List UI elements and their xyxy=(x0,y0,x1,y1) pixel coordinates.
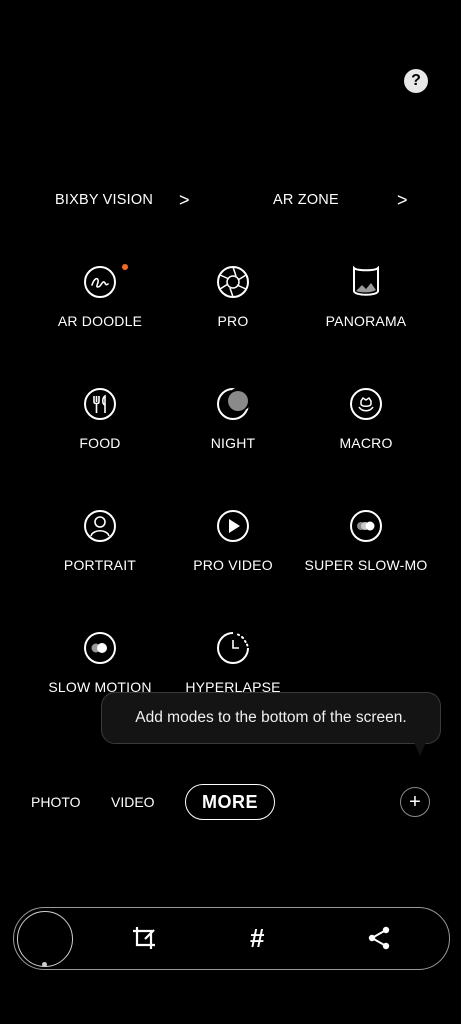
tab-more[interactable]: MORE xyxy=(185,784,275,820)
add-mode-plus-icon[interactable]: + xyxy=(400,787,430,817)
share-icon xyxy=(368,926,390,950)
tooltip-tail xyxy=(414,742,426,756)
help-icon[interactable]: ? xyxy=(404,69,428,93)
thumbnail-indicator xyxy=(42,962,47,967)
mode-food[interactable]: FOOD xyxy=(30,387,170,451)
mode-label: PORTRAIT xyxy=(63,557,137,573)
tab-video[interactable]: VIDEO xyxy=(111,794,155,810)
panorama-icon xyxy=(352,265,379,296)
super-slow-mo-icon xyxy=(350,510,382,542)
crop-icon xyxy=(133,927,155,949)
mode-pro-video[interactable]: PRO VIDEO xyxy=(163,509,303,573)
hyperlapse-icon xyxy=(217,632,249,664)
mode-portrait[interactable]: PORTRAIT xyxy=(30,509,170,573)
mode-ar-doodle[interactable]: AR DOODLE xyxy=(30,265,170,329)
chevron-right-icon[interactable]: > xyxy=(179,186,190,214)
tooltip: Add modes to the bottom of the screen. xyxy=(101,692,441,744)
mode-label: PANORAMA xyxy=(325,313,407,329)
portrait-icon xyxy=(84,510,116,542)
share-button[interactable] xyxy=(366,925,392,956)
hashtag-icon[interactable]: # xyxy=(250,924,264,952)
aperture-icon xyxy=(217,266,249,298)
slow-motion-icon xyxy=(84,632,116,664)
mode-night[interactable]: NIGHT xyxy=(163,387,303,451)
moon-icon xyxy=(217,387,250,420)
flower-icon xyxy=(350,388,382,420)
mode-label: PRO xyxy=(217,313,249,329)
bixby-vision-label: BIXBY VISION xyxy=(55,192,154,208)
crop-button[interactable] xyxy=(131,925,157,956)
play-icon xyxy=(217,510,249,542)
mode-label: AR DOODLE xyxy=(57,313,143,329)
mode-pro[interactable]: PRO xyxy=(163,265,303,329)
tooltip-text: Add modes to the bottom of the screen. xyxy=(135,709,407,726)
bixby-vision-link[interactable]: BIXBY VISION xyxy=(55,186,153,214)
mode-hyperlapse[interactable]: HYPERLAPSE xyxy=(163,631,303,695)
tab-photo[interactable]: PHOTO xyxy=(31,794,81,810)
mode-label: SUPER SLOW-MO xyxy=(304,557,428,573)
ar-doodle-icon xyxy=(84,266,116,298)
mode-macro[interactable]: MACRO xyxy=(296,387,436,451)
food-icon xyxy=(84,388,116,420)
mode-panorama[interactable]: PANORAMA xyxy=(296,265,436,329)
ar-zone-label: AR ZONE xyxy=(273,192,339,208)
mode-super-slow-mo[interactable]: SUPER SLOW-MO xyxy=(296,509,436,573)
mode-label: NIGHT xyxy=(210,435,256,451)
chevron-right-icon[interactable]: > xyxy=(397,186,408,214)
gallery-thumbnail[interactable] xyxy=(17,911,73,967)
ar-zone-link[interactable]: AR ZONE xyxy=(273,186,339,214)
mode-slow-motion[interactable]: SLOW MOTION xyxy=(30,631,170,695)
mode-label: FOOD xyxy=(79,435,121,451)
mode-label: MACRO xyxy=(339,435,393,451)
mode-label: PRO VIDEO xyxy=(193,557,273,573)
new-badge xyxy=(122,264,128,270)
